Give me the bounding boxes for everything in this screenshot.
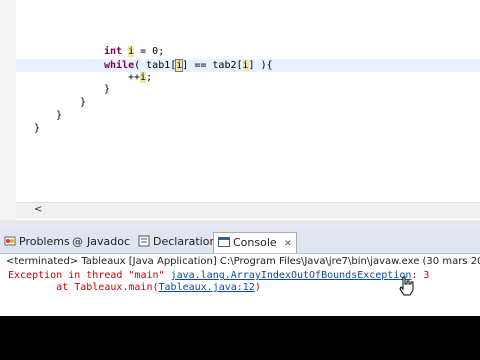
code-area[interactable]: int i = 0; while( tab1[i] == tab2[i] ){ … — [16, 0, 480, 202]
declaration-icon — [138, 234, 150, 247]
tab-problems-label: Problems — [19, 235, 70, 248]
close-icon[interactable]: ✕ — [284, 239, 292, 249]
exception-class-link[interactable]: java.lang.ArrayIndexOutOfBoundsException — [171, 270, 412, 281]
svg-text:@: @ — [72, 235, 83, 247]
code-line: } — [104, 84, 111, 95]
tab-declaration[interactable]: Declaration — [138, 232, 216, 252]
stack-trace-line: at Tableaux.main(Tableaux.java:12) — [8, 282, 261, 294]
source-location-link[interactable]: Tableaux.java:12 — [159, 282, 255, 293]
horizontal-scrollbar[interactable]: < — [16, 202, 480, 219]
tab-console-label: Console — [233, 236, 277, 249]
exception-line: Exception in thread "main" java.lang.Arr… — [8, 270, 429, 282]
javadoc-icon: @ — [72, 234, 84, 248]
code-line: } — [34, 123, 41, 134]
exception-prefix: Exception in thread "main" — [8, 270, 171, 281]
tab-problems[interactable]: Problems — [4, 232, 70, 252]
eclipse-window: int i = 0; while( tab1[i] == tab2[i] ){ … — [0, 0, 480, 316]
view-divider[interactable] — [0, 220, 480, 229]
tab-console[interactable]: Console ✕ — [213, 232, 297, 253]
code-line: } — [56, 110, 63, 121]
tab-declaration-label: Declaration — [153, 235, 217, 248]
view-tab-bar: Problems @ Javadoc Declaration Console ✕ — [0, 229, 480, 254]
problems-icon — [4, 234, 16, 246]
stack-prefix: at Tableaux.main( — [8, 282, 159, 293]
hand-cursor-icon — [398, 276, 414, 300]
code-line: int i = 0; — [104, 46, 165, 57]
console-status: <terminated> Tableaux [Java Application]… — [0, 254, 480, 270]
console-icon — [218, 235, 230, 247]
code-line: } — [80, 97, 87, 108]
exception-suffix: : 3 — [411, 270, 430, 281]
code-line: while( tab1[i] == tab2[i] ){ — [104, 59, 273, 72]
scroll-left-arrow[interactable]: < — [34, 204, 42, 215]
stack-suffix: ) — [254, 282, 261, 293]
code-line: ++i; — [128, 72, 153, 83]
code-editor[interactable]: int i = 0; while( tab1[i] == tab2[i] ){ … — [0, 0, 480, 220]
tab-javadoc[interactable]: @ Javadoc — [72, 232, 130, 252]
editor-gutter — [0, 0, 16, 220]
tab-javadoc-label: Javadoc — [87, 235, 130, 248]
